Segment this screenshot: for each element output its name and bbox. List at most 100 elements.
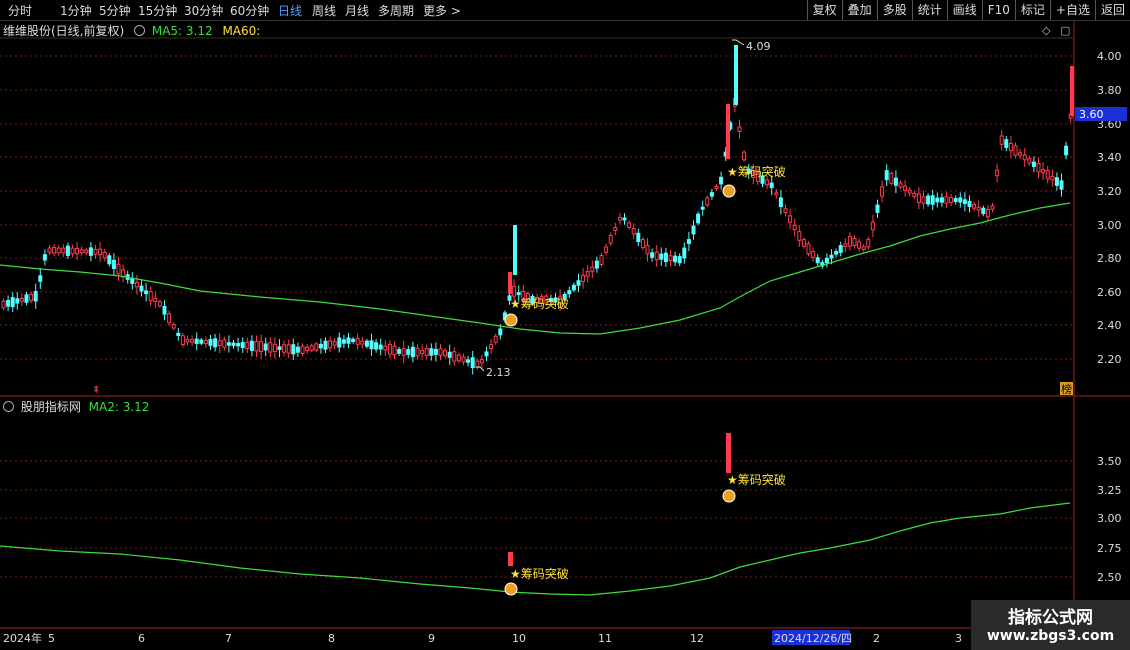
candle-body <box>332 341 337 346</box>
candle-body <box>926 195 931 205</box>
candle-body <box>1041 169 1046 174</box>
candle-body <box>811 251 816 258</box>
candle-body <box>636 232 641 243</box>
date-tick: 12 <box>690 632 704 645</box>
candle-body <box>475 360 480 368</box>
tab-weekly[interactable]: 周线 <box>312 2 336 19</box>
candle-body <box>162 305 167 315</box>
candle-body <box>562 293 567 300</box>
adjust-button[interactable]: 复权 <box>806 0 842 20</box>
settings-circle-icon[interactable] <box>3 401 14 412</box>
ma2-line <box>0 502 1071 596</box>
ma60-label: MA60: <box>222 24 261 38</box>
candle-body <box>912 192 917 197</box>
candle-body <box>654 251 659 261</box>
draw-line-button[interactable]: 画线 <box>946 0 982 20</box>
candle-body <box>907 189 912 194</box>
candle-body <box>838 245 843 253</box>
period-toolbar: 分时 1分钟 5分钟 15分钟 30分钟 60分钟 日线 周线 月线 多周期 更… <box>0 0 1130 21</box>
candle-body <box>760 175 765 184</box>
candle-body <box>111 259 116 269</box>
candle-body <box>1059 180 1064 190</box>
settings-circle-icon[interactable] <box>134 25 146 36</box>
candle-body <box>916 193 921 203</box>
price-axis: 4.00 3.80 3.60 3.40 3.20 3.00 2.80 2.60 … <box>1097 50 1122 366</box>
candle-body <box>185 338 190 343</box>
candle-body <box>1045 169 1050 180</box>
candle-body <box>594 260 599 269</box>
tab-multi-period[interactable]: 多周期 <box>378 2 414 19</box>
stock-title: 维维股份(日线,前复权) <box>3 24 125 38</box>
price-tick: 2.60 <box>1097 286 1122 299</box>
chart-canvas: 4.00 3.80 3.60 3.40 3.20 3.00 2.80 2.60 … <box>0 20 1130 650</box>
candle-body <box>686 239 691 244</box>
date-tick: 9 <box>428 632 435 645</box>
candle-body <box>378 344 383 350</box>
candle-body <box>447 351 452 358</box>
candle-body <box>139 285 144 292</box>
signal-label: ★筹码突破 <box>727 164 786 179</box>
tab-fenshi[interactable]: 分时 <box>8 2 32 19</box>
add-watchlist-button[interactable]: +自选 <box>1049 0 1095 20</box>
candle-body <box>627 222 632 228</box>
window-icon[interactable]: ▢ <box>1060 24 1070 37</box>
signals-main: ★筹码突破 ★筹码突破 ★筹码突破 ★筹码突破 <box>510 164 786 581</box>
candle-body <box>10 297 15 308</box>
candle-body <box>102 251 107 259</box>
candle-body <box>1027 158 1032 164</box>
overlay-button[interactable]: 叠加 <box>841 0 877 20</box>
candle-body <box>466 359 471 363</box>
stats-button[interactable]: 统计 <box>911 0 947 20</box>
multi-stock-button[interactable]: 多股 <box>876 0 912 20</box>
indicator-title: 股朋指标网 <box>20 400 81 414</box>
candle-body <box>691 225 696 235</box>
diamond-icon[interactable]: ◇ <box>1042 24 1051 37</box>
ma5-label: MA5: 3.12 <box>151 24 213 38</box>
candle-body <box>369 340 374 350</box>
tab-more[interactable]: 更多 > <box>423 2 461 19</box>
candle-body <box>898 182 903 188</box>
candle-body <box>231 342 236 347</box>
candle-body <box>765 179 770 186</box>
price-tick: 3.20 <box>1097 185 1122 198</box>
candle-body <box>180 335 185 345</box>
candle-body <box>530 296 535 304</box>
candle-body <box>383 345 388 351</box>
candle-body <box>893 177 898 186</box>
tab-15min[interactable]: 15分钟 <box>138 2 177 19</box>
candle-body <box>167 313 172 324</box>
candle-body <box>774 192 779 196</box>
candle-body <box>452 351 457 362</box>
rank-icon-text: 榜 <box>1061 382 1072 396</box>
candle-body <box>815 257 820 264</box>
candle-body <box>249 340 254 351</box>
candle-body <box>742 151 747 161</box>
candle-body <box>374 342 379 350</box>
mark-button[interactable]: 标记 <box>1014 0 1050 20</box>
candle-body <box>999 135 1004 145</box>
candle-body <box>15 298 20 304</box>
tab-30min[interactable]: 30分钟 <box>184 2 223 19</box>
tab-60min[interactable]: 60分钟 <box>230 2 269 19</box>
candle-body <box>65 245 70 256</box>
candle-body <box>107 255 112 265</box>
tab-5min[interactable]: 5分钟 <box>99 2 131 19</box>
f10-button[interactable]: F10 <box>981 0 1015 20</box>
tab-daily[interactable]: 日线 <box>278 2 302 19</box>
candle-body <box>323 340 328 350</box>
candle-body <box>38 275 43 282</box>
tab-1min[interactable]: 1分钟 <box>60 2 92 19</box>
candle-body <box>958 197 963 203</box>
candle-body <box>236 343 241 347</box>
candle-body <box>677 256 682 264</box>
candle-body <box>755 171 760 182</box>
candle-body <box>277 346 282 350</box>
candle-body <box>663 252 668 263</box>
candle-body <box>719 176 724 185</box>
candle-body <box>406 349 411 355</box>
candle-body <box>967 200 972 208</box>
back-button[interactable]: 返回 <box>1094 0 1130 20</box>
tab-monthly[interactable]: 月线 <box>345 2 369 19</box>
candle-body <box>861 246 866 250</box>
candle-body <box>226 342 231 346</box>
